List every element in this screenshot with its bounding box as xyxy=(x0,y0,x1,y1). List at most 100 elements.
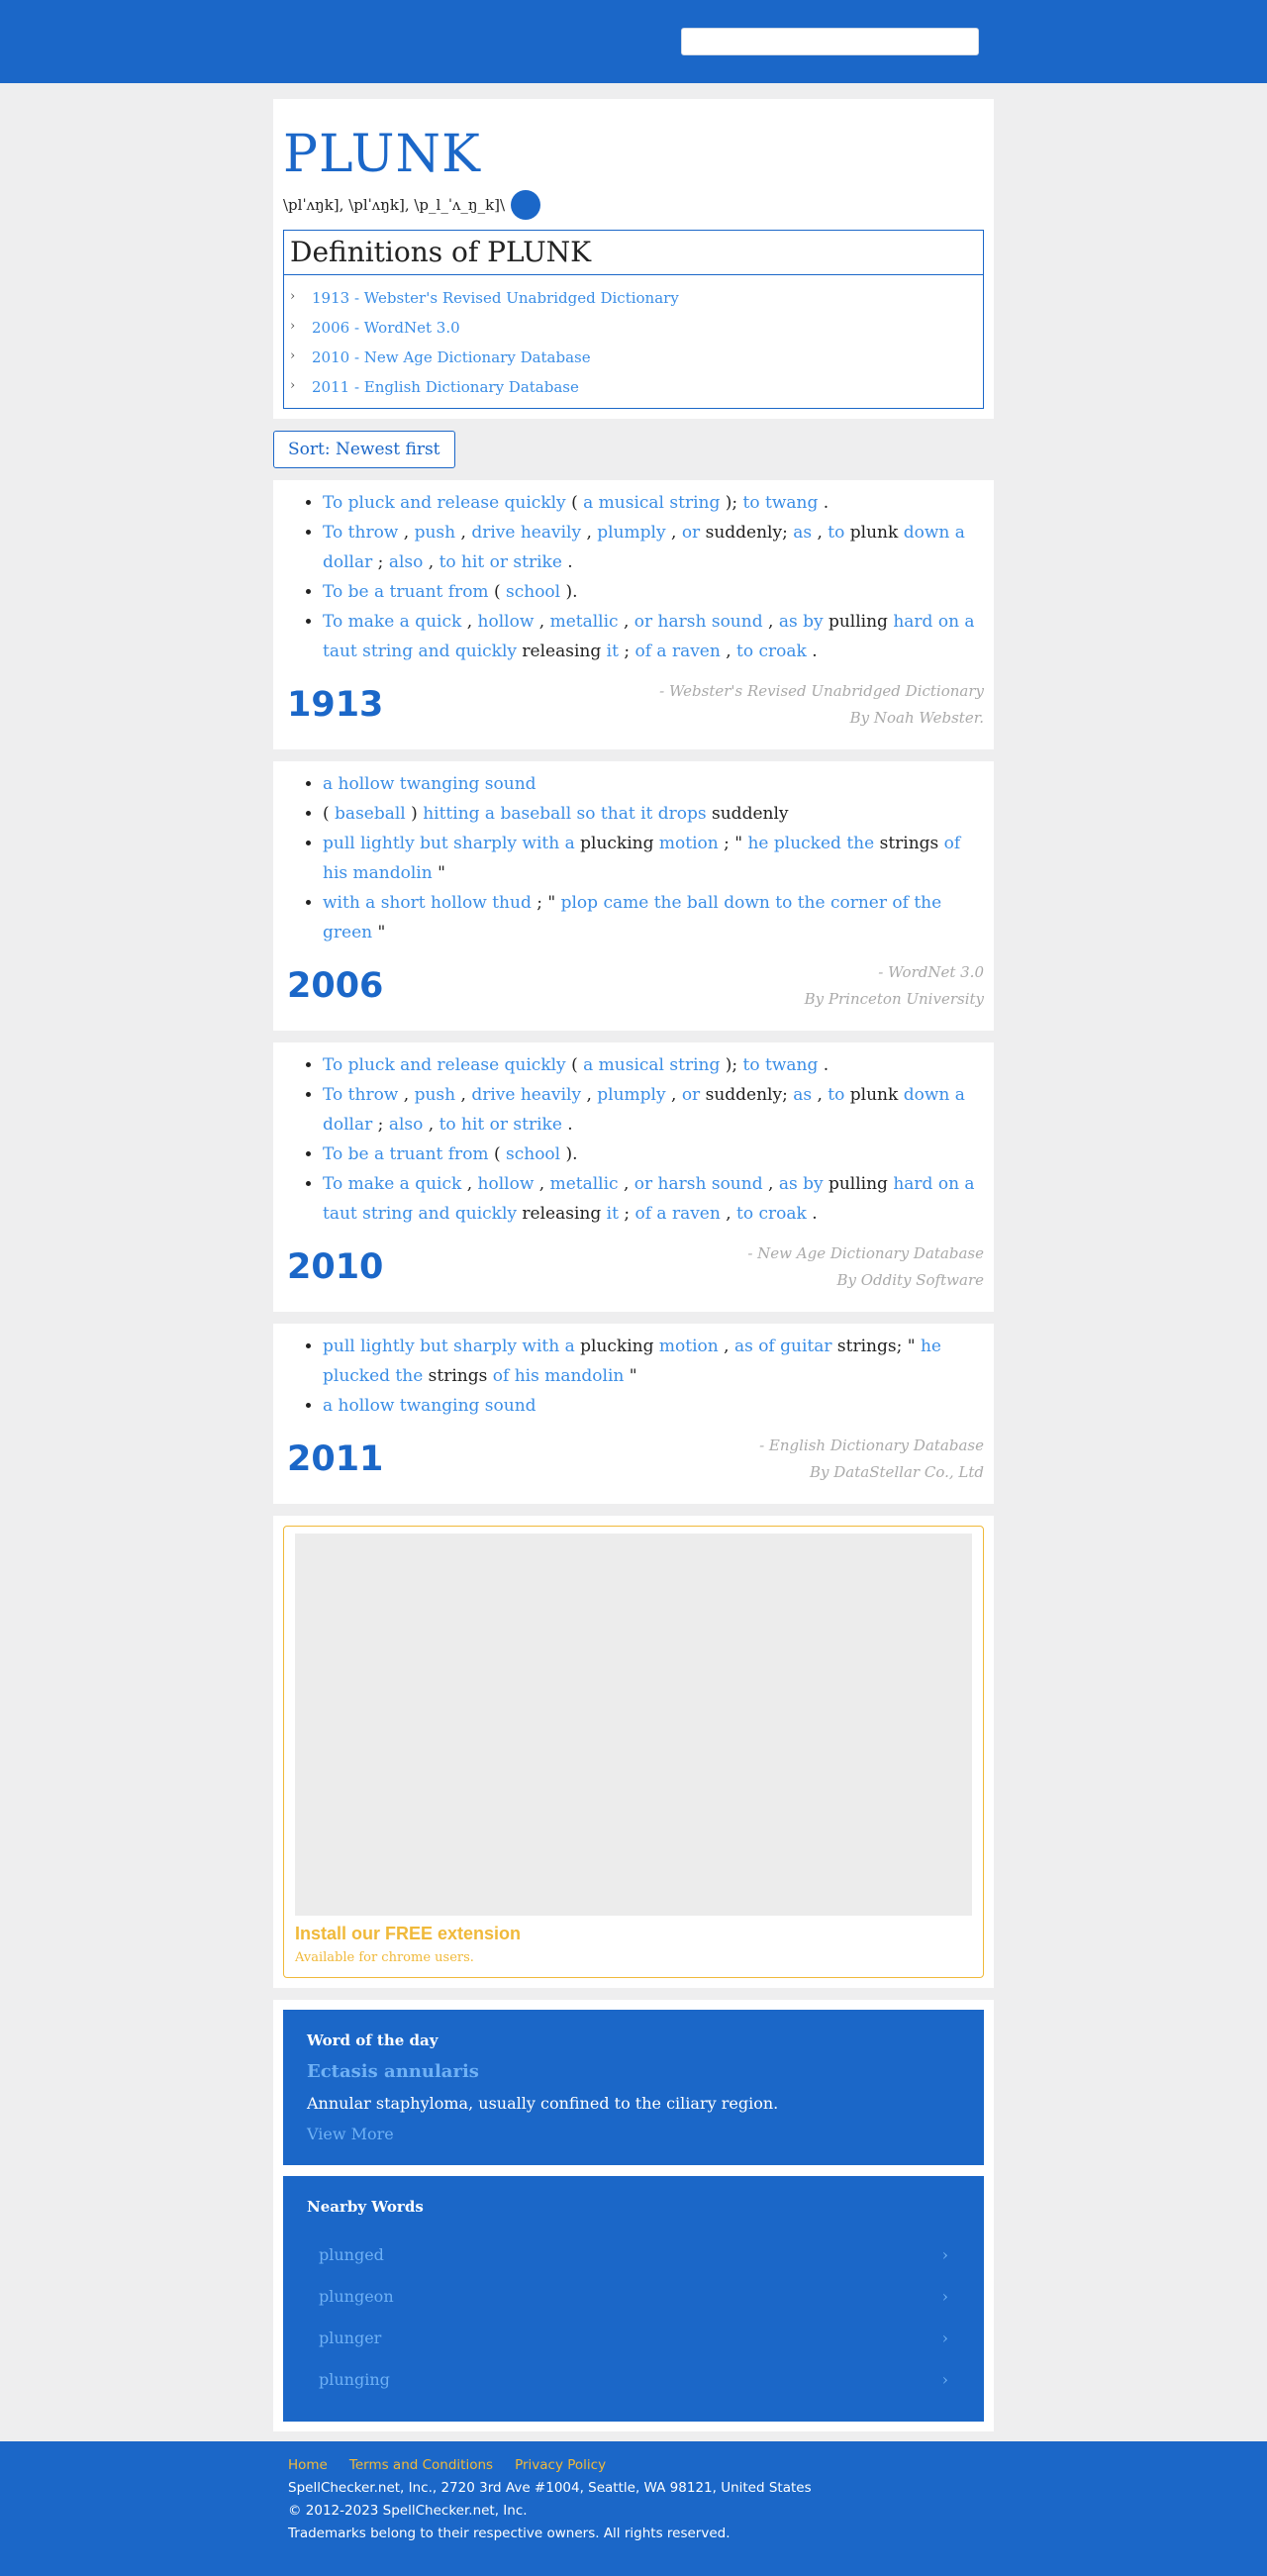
definition-entry: pull lightly but sharply with a plucking… xyxy=(273,1324,994,1504)
word-link[interactable]: hollow xyxy=(478,1174,535,1194)
word-link[interactable]: to croak xyxy=(736,642,807,661)
word-link[interactable]: a musical string xyxy=(583,1055,720,1075)
definition-item: To pluck and release quickly ( a musical… xyxy=(323,1050,984,1080)
word-of-the-day-label: Word of the day xyxy=(307,2031,439,2049)
definition-text: releasing xyxy=(517,642,607,661)
word-link[interactable]: hollow xyxy=(478,612,535,632)
word-link[interactable]: to croak xyxy=(736,1204,807,1224)
word-link[interactable]: push xyxy=(415,1085,456,1105)
word-link[interactable]: or harsh sound xyxy=(634,612,763,632)
word-link[interactable]: to hit or strike xyxy=(439,552,562,572)
word-link[interactable]: To pluck and release quickly xyxy=(323,1055,566,1075)
source-link[interactable]: › 2010 - New Age Dictionary Database xyxy=(290,345,977,374)
word-link[interactable]: with a short hollow thud xyxy=(323,893,532,913)
word-link[interactable]: motion xyxy=(659,1337,719,1356)
audio-play-icon[interactable] xyxy=(511,190,541,220)
source-link[interactable]: › 2006 - WordNet 3.0 xyxy=(290,315,977,345)
word-link[interactable]: To be a truant from xyxy=(323,1144,489,1164)
word-link[interactable]: plumply xyxy=(597,1085,665,1105)
word-link[interactable]: school xyxy=(506,582,560,602)
word-link[interactable]: of his mandolin xyxy=(493,1366,625,1386)
word-link[interactable]: pull lightly but sharply with a xyxy=(323,1337,575,1356)
word-link[interactable]: to twang xyxy=(743,1055,819,1075)
word-link[interactable]: to hit or strike xyxy=(439,1115,562,1135)
definition-text: ; xyxy=(372,1115,389,1135)
word-link[interactable]: of a raven xyxy=(634,1204,720,1224)
word-link[interactable]: a hollow twanging sound xyxy=(323,774,536,794)
word-link[interactable]: hitting a baseball so that it drops xyxy=(423,804,706,824)
footer-link-home[interactable]: Home xyxy=(288,2457,328,2473)
word-link[interactable]: as by xyxy=(779,612,824,632)
source-link-label[interactable]: 1913 - Webster's Revised Unabridged Dict… xyxy=(312,289,679,307)
definition-text: , xyxy=(762,1174,779,1194)
source-link-label[interactable]: 2006 - WordNet 3.0 xyxy=(312,319,460,337)
word-header-card: PLUNK \plˈʌŋk], \plˈʌŋk], \p_l_ˈʌ_ŋ_k]\ … xyxy=(273,99,994,419)
word-link[interactable]: of a raven xyxy=(634,642,720,661)
extension-subtitle: Available for chrome users. xyxy=(295,1950,474,1965)
definition-item: pull lightly but sharply with a plucking… xyxy=(323,1332,984,1391)
word-link[interactable]: a musical string xyxy=(583,493,720,513)
word-link[interactable]: To make a quick xyxy=(323,1174,461,1194)
footer-link-privacy[interactable]: Privacy Policy xyxy=(515,2457,606,2473)
word-link[interactable]: it xyxy=(607,642,619,661)
word-link[interactable]: To pluck and release quickly xyxy=(323,493,566,513)
nearby-word-item[interactable]: plungeon › xyxy=(307,2275,960,2317)
word-link[interactable]: plumply xyxy=(597,523,665,543)
word-link[interactable]: To be a truant from xyxy=(323,582,489,602)
word-link[interactable]: drive heavily xyxy=(471,523,581,543)
source-link-label[interactable]: 2010 - New Age Dictionary Database xyxy=(312,348,591,366)
word-link[interactable]: he plucked the xyxy=(747,834,874,853)
definition-item: with a short hollow thud ; " plop came t… xyxy=(323,888,984,947)
word-link[interactable]: metallic xyxy=(550,1174,619,1194)
definition-text: , xyxy=(665,1085,682,1105)
extension-title[interactable]: Install our FREE extension xyxy=(295,1924,972,1944)
word-link[interactable]: pull lightly but sharply with a xyxy=(323,834,575,853)
sidebar-widgets: Word of the day Ectasis annularis Annula… xyxy=(273,2000,994,2431)
word-link[interactable]: as xyxy=(793,523,812,543)
nearby-word-item[interactable]: plunging › xyxy=(307,2358,960,2400)
definition-text: ( xyxy=(488,1144,506,1164)
word-link[interactable]: as of guitar xyxy=(734,1337,832,1356)
definition-text: plucking xyxy=(574,834,659,853)
entry-source: - New Age Dictionary Database By Oddity S… xyxy=(747,1240,984,1294)
word-link[interactable]: also xyxy=(389,1115,424,1135)
word-link[interactable]: or xyxy=(682,1085,700,1105)
word-link[interactable]: To throw xyxy=(323,523,398,543)
word-link[interactable]: school xyxy=(506,1144,560,1164)
word-link[interactable]: To throw xyxy=(323,1085,398,1105)
word-link[interactable]: to xyxy=(828,1085,844,1105)
entry-source-name: - English Dictionary Database xyxy=(759,1437,984,1454)
search-input[interactable] xyxy=(681,28,979,55)
sort-button[interactable]: Sort: Newest first xyxy=(273,431,455,468)
word-link[interactable]: metallic xyxy=(550,612,619,632)
word-link[interactable]: drive heavily xyxy=(471,1085,581,1105)
footer-link-terms[interactable]: Terms and Conditions xyxy=(349,2457,493,2473)
word-of-the-day-word[interactable]: Ectasis annularis xyxy=(307,2061,960,2082)
word-link[interactable]: to twang xyxy=(743,493,819,513)
word-link[interactable]: as by xyxy=(779,1174,824,1194)
word-link[interactable]: or harsh sound xyxy=(634,1174,763,1194)
definition-text: , xyxy=(762,612,779,632)
source-link-label[interactable]: 2011 - English Dictionary Database xyxy=(312,378,579,396)
definition-text: strings xyxy=(423,1366,493,1386)
word-link[interactable]: also xyxy=(389,552,424,572)
source-link[interactable]: › 2011 - English Dictionary Database xyxy=(290,374,977,404)
entry-source-author: By Oddity Software xyxy=(836,1271,984,1289)
word-link[interactable]: To make a quick xyxy=(323,612,461,632)
definition-text: , xyxy=(461,612,478,632)
extension-box[interactable]: Install our FREE extension Available for… xyxy=(283,1526,984,1978)
word-link[interactable]: a hollow twanging sound xyxy=(323,1396,536,1416)
view-more-link[interactable]: View More xyxy=(307,2125,960,2143)
entry-source-author: By Noah Webster. xyxy=(849,709,984,727)
word-link[interactable]: baseball xyxy=(335,804,406,824)
word-link[interactable]: to xyxy=(828,523,844,543)
word-link[interactable]: or xyxy=(682,523,700,543)
source-link[interactable]: › 1913 - Webster's Revised Unabridged Dic… xyxy=(290,285,977,315)
nearby-word-item[interactable]: plunged › xyxy=(307,2233,960,2275)
nearby-word-item[interactable]: plunger › xyxy=(307,2317,960,2358)
word-link[interactable]: it xyxy=(607,1204,619,1224)
word-link[interactable]: as xyxy=(793,1085,812,1105)
word-link[interactable]: motion xyxy=(659,834,719,853)
word-link[interactable]: push xyxy=(415,523,456,543)
definitions-title: Definitions of PLUNK xyxy=(284,231,983,275)
